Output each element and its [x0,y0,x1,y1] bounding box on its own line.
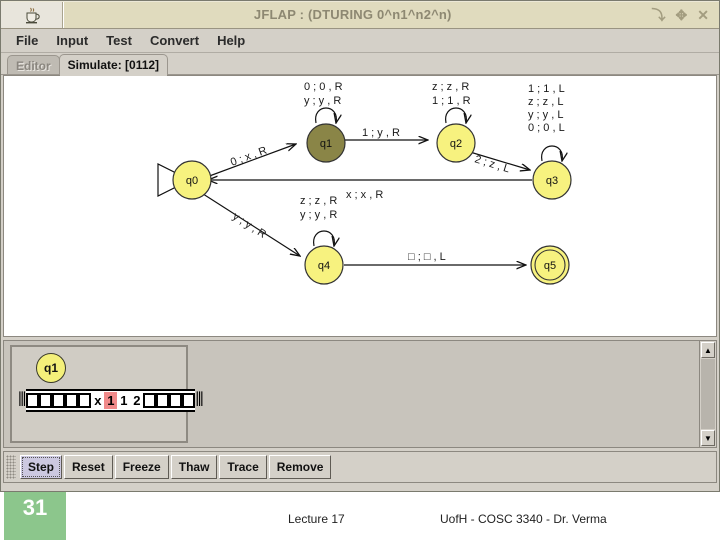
reset-button[interactable]: Reset [64,455,113,479]
window-title: JFLAP : (DTURING 0^n1^n2^n) [253,7,452,22]
menu-test[interactable]: Test [97,31,141,50]
transition-label-q2-q2-1: 1 ; 1 , R [432,95,471,107]
automaton-graph: q0 q1 q2 q3 q4 q5 0 ; 0 , R y ; y , R z … [157,81,572,285]
tape-cell [156,392,169,409]
state-label-q5: q5 [544,260,556,272]
transition-label-q3-q3-3: 0 ; 0 , L [528,122,565,134]
transition-label-q1-q1-0: 0 ; 0 , R [304,81,343,93]
state-label-q0: q0 [186,175,198,187]
tape-cell: 2 [133,393,141,408]
minimize-icon[interactable]: ⤵ [652,8,666,22]
transition-label-q0-q1: 0 ; x , R [229,145,269,169]
tape-cell [39,392,52,409]
maximize-icon[interactable]: ✥ [676,8,688,22]
thaw-button[interactable]: Thaw [170,455,218,479]
configuration-empty-area [192,343,699,445]
state-node-q3[interactable]: q3 [532,160,572,200]
transition-label-q3-q3-2: y ; y , L [528,109,563,121]
transition-label-q3-q0: x ; x , R [346,189,383,201]
state-label-q2: q2 [450,138,462,150]
tape-cell [26,392,39,409]
slide-footer: 31 Lecture 17 UofH - COSC 3340 - Dr. Ver… [0,492,720,540]
tab-bar: Editor Simulate: [0112] [1,53,719,76]
state-label-q1: q1 [320,138,332,150]
app-icon-box [1,1,63,28]
jflap-window: JFLAP : (DTURING 0^n1^n2^n) ⤵ ✥ ✕ File I… [0,0,720,492]
transition-label-q1-q1-1: y ; y , R [304,95,341,107]
slide-number: 31 [4,492,66,540]
menu-help[interactable]: Help [208,31,254,50]
scroll-down-button[interactable]: ▼ [701,430,715,446]
trace-button[interactable]: Trace [219,455,267,479]
transition-label-q3-q3-1: z ; z , L [528,96,563,108]
menu-file[interactable]: File [7,31,47,50]
window-controls: ⤵ ✥ ✕ [641,1,719,28]
footer-course-label: UofH - COSC 3340 - Dr. Verma [440,512,607,526]
tab-editor[interactable]: Editor [7,55,60,75]
tape-cells: x 1 1 2 [26,389,196,412]
state-node-q5[interactable]: q5 [530,245,570,285]
slide-root: JFLAP : (DTURING 0^n1^n2^n) ⤵ ✥ ✕ File I… [0,0,720,540]
configuration-state-badge: q1 [36,353,66,383]
transition-label-q2-q2-0: z ; z , R [432,81,469,93]
menu-convert[interactable]: Convert [141,31,208,50]
tape-right-end-icon: ⦀ [195,390,204,411]
tape-cell: x [94,393,102,408]
transition-label-q3-q3-0: 1 ; 1 , L [528,83,565,95]
selfloop-q4 [313,230,335,246]
menu-bar: File Input Test Convert Help [1,29,719,53]
window-title-strip: JFLAP : (DTURING 0^n1^n2^n) [63,1,642,28]
menu-input[interactable]: Input [47,31,97,50]
scroll-up-button[interactable]: ▲ [701,342,715,358]
selfloop-q2 [445,107,467,123]
transition-label-q4-q4-0: z ; z , R [300,195,337,207]
simulation-scrollbar[interactable]: ▲ ▼ [699,341,716,447]
tape-left-end-icon: ⦀ [18,390,27,411]
tab-filler [167,55,719,75]
state-node-q0[interactable]: q0 [172,160,212,200]
tab-simulate[interactable]: Simulate: [0112] [58,54,169,76]
scroll-track[interactable] [701,359,715,429]
freeze-button[interactable]: Freeze [114,455,169,479]
remove-button[interactable]: Remove [268,455,332,479]
selfloop-q1 [315,107,337,123]
tape-cell [169,392,182,409]
tape-cell-head: 1 [104,392,118,409]
configuration-cell[interactable]: q1 ⦀ x 1 1 2 ⦀ [10,345,204,443]
state-label-q4: q4 [318,260,330,272]
tape-cell [65,392,78,409]
footer-lecture-label: Lecture 17 [288,512,345,526]
tape-cell [182,392,195,409]
state-label-q3: q3 [546,175,558,187]
close-icon[interactable]: ✕ [697,8,709,22]
selfloop-q3 [541,145,563,161]
state-node-q1[interactable]: q1 [306,123,346,163]
automaton-canvas[interactable]: q0 q1 q2 q3 q4 q5 0 ; 0 , R y ; y , R z … [3,75,717,337]
tape-cell: 1 [120,393,128,408]
transition-label-q0-q4: y ; y , R [230,210,268,240]
simulation-toolbar: Step Reset Freeze Thaw Trace Remove [3,451,717,483]
java-coffee-cup-icon [25,7,40,23]
tape-cell [143,392,156,409]
window-titlebar: JFLAP : (DTURING 0^n1^n2^n) ⤵ ✥ ✕ [1,1,719,29]
step-button[interactable]: Step [20,455,63,479]
transition-label-q4-q5: □ ; □ , L [408,251,446,263]
tape-cell [78,392,91,409]
state-node-q2[interactable]: q2 [436,123,476,163]
transition-label-q2-q3: 2 ; z , L [473,153,511,175]
simulation-panel: q1 ⦀ x 1 1 2 ⦀ ▲ ▼ [3,340,717,448]
tape: ⦀ x 1 1 2 ⦀ [18,389,204,412]
toolbar-drag-handle[interactable] [6,455,16,479]
transition-label-q1-q2: 1 ; y , R [362,127,400,139]
transition-label-q4-q4-1: y ; y , R [300,209,337,221]
tape-cell [52,392,65,409]
state-node-q4[interactable]: q4 [304,245,344,285]
